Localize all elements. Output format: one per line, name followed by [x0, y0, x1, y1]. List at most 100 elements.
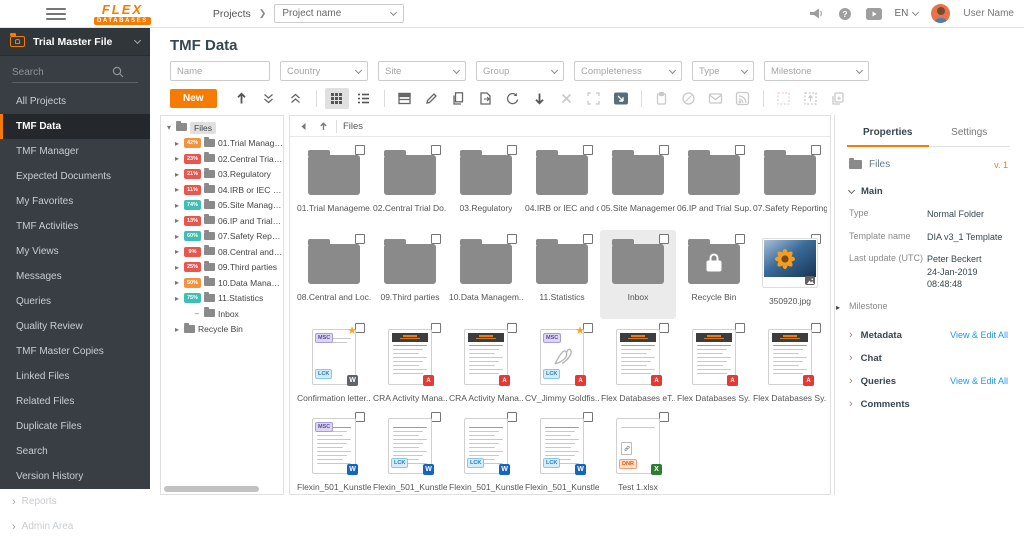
- download-icon[interactable]: [528, 88, 552, 109]
- list-view-icon[interactable]: [352, 88, 376, 109]
- tree-node-06-ip-and-trial-supplies[interactable]: ▸13%06.IP and Trial Supplies: [161, 213, 283, 229]
- file-tile-06-ip-and-trial-sup[interactable]: 06.IP and Trial Sup...: [676, 141, 752, 230]
- file-tile-350920-jpg[interactable]: 350920.jpg: [752, 230, 828, 319]
- sidebar-item-my-favorites[interactable]: My Favorites: [0, 189, 150, 214]
- file-tile-05-site-management[interactable]: 05.Site Management: [600, 141, 676, 230]
- sidebar-item-tmf-master-copies[interactable]: TMF Master Copies: [0, 339, 150, 364]
- file-tile-08-central-and-loc[interactable]: 08.Central and Loc...: [296, 230, 372, 319]
- avatar[interactable]: [931, 4, 950, 23]
- tab-settings[interactable]: Settings: [929, 121, 1011, 147]
- file-tile-flex-databases-sy[interactable]: AFlex Databases Sy...: [676, 319, 752, 408]
- project-select[interactable]: Project name: [274, 4, 404, 23]
- tile-checkbox[interactable]: [507, 323, 517, 333]
- tile-checkbox[interactable]: [659, 234, 669, 244]
- file-tile-flexin-501-kunstle[interactable]: MSCWFlexin_501_Kunstle...: [296, 408, 372, 495]
- tile-checkbox[interactable]: [811, 145, 821, 155]
- announcements-icon[interactable]: [808, 7, 824, 21]
- sidebar-item-version-history[interactable]: Version History: [0, 464, 150, 489]
- file-tile-inbox[interactable]: Inbox: [600, 230, 676, 319]
- file-tile-cv-jimmy-goldfis[interactable]: MSC★LCKACV_Jimmy Goldfis...: [524, 319, 600, 408]
- tree-expand-icon[interactable]: –: [193, 309, 201, 318]
- tile-checkbox[interactable]: [735, 145, 745, 155]
- upload-icon[interactable]: [230, 88, 254, 109]
- tile-checkbox[interactable]: [735, 234, 745, 244]
- file-tile-flex-databases-sy[interactable]: AFlex Databases Sy...: [752, 319, 828, 408]
- filter-select-type[interactable]: Type: [692, 61, 754, 81]
- tree-node-09-third-parties[interactable]: ▸25%09.Third parties: [161, 260, 283, 276]
- sidebar-item-reports[interactable]: ›Reports: [0, 489, 150, 514]
- sidebar-item-expected-documents[interactable]: Expected Documents: [0, 164, 150, 189]
- collapse-all-icon[interactable]: [284, 88, 308, 109]
- file-tile-03-regulatory[interactable]: 03.Regulatory: [448, 141, 524, 230]
- video-tutorials-icon[interactable]: [866, 7, 882, 21]
- tree-node-inbox[interactable]: –Inbox: [161, 306, 283, 322]
- sidebar-item-duplicate-files[interactable]: Duplicate Files: [0, 414, 150, 439]
- file-tile-10-data-managem[interactable]: 10.Data Managem...: [448, 230, 524, 319]
- sidebar-item-my-views[interactable]: My Views: [0, 239, 150, 264]
- section-label[interactable]: Chat: [861, 353, 1008, 364]
- tree-expand-icon[interactable]: ▸: [173, 201, 181, 210]
- version-label[interactable]: v. 1: [994, 160, 1008, 170]
- tree-expand-icon[interactable]: ▸: [173, 185, 181, 194]
- tree-expand-icon[interactable]: ▸: [173, 216, 181, 225]
- tree-expand-icon[interactable]: ▸: [173, 294, 181, 303]
- tree-expand-icon[interactable]: ▸: [173, 139, 181, 148]
- tree-node-recycle-bin[interactable]: ▸Recycle Bin: [161, 322, 283, 338]
- filter-select-country[interactable]: Country: [280, 61, 368, 81]
- filter-select-site[interactable]: Site: [378, 61, 466, 81]
- tile-checkbox[interactable]: [735, 323, 745, 333]
- sidebar-search-input[interactable]: [12, 67, 112, 78]
- sidebar-item-related-files[interactable]: Related Files: [0, 389, 150, 414]
- file-tile-cra-activity-mana[interactable]: ACRA Activity Mana...: [372, 319, 448, 408]
- filter-select-milestone[interactable]: Milestone: [764, 61, 869, 81]
- tree-expand-icon[interactable]: ▸: [173, 325, 181, 334]
- tree-expand-icon[interactable]: ▸: [173, 247, 181, 256]
- tile-checkbox[interactable]: [507, 412, 517, 422]
- tree-node-02-central-trial-docum[interactable]: ▸23%02.Central Trial Docum: [161, 151, 283, 167]
- tile-checkbox[interactable]: [431, 412, 441, 422]
- hamburger-menu-icon[interactable]: [46, 5, 66, 23]
- tree-horizontal-scrollbar[interactable]: [164, 486, 259, 492]
- tile-checkbox[interactable]: [583, 145, 593, 155]
- tile-checkbox[interactable]: [507, 234, 517, 244]
- section-label[interactable]: Queries: [861, 376, 950, 387]
- tree-node-files[interactable]: ▾Files: [161, 120, 283, 136]
- tab-properties[interactable]: Properties: [847, 121, 929, 147]
- tile-checkbox[interactable]: [659, 412, 669, 422]
- file-tile-01-trial-manageme[interactable]: 01.Trial Manageme...: [296, 141, 372, 230]
- section-label[interactable]: Comments: [861, 399, 1008, 410]
- tile-checkbox[interactable]: [507, 145, 517, 155]
- tree-node-11-statistics[interactable]: ▸75%11.Statistics: [161, 291, 283, 307]
- report-icon[interactable]: [609, 88, 633, 109]
- edit-icon[interactable]: [420, 88, 444, 109]
- filter-select-completeness[interactable]: Completeness: [574, 61, 682, 81]
- tree-node-08-central-and-local-te[interactable]: ▸9%08.Central and Local Te: [161, 244, 283, 260]
- panel-collapse-icon[interactable]: ▸: [836, 303, 840, 312]
- tree-expand-icon[interactable]: ▸: [173, 170, 181, 179]
- tile-checkbox[interactable]: [431, 145, 441, 155]
- tree-node-03-regulatory[interactable]: ▸21%03.Regulatory: [161, 167, 283, 183]
- file-tile-recycle-bin[interactable]: Recycle Bin: [676, 230, 752, 319]
- sidebar-item-tmf-data[interactable]: TMF Data: [0, 114, 150, 139]
- tree-node-04-irb-or-iec-and-other[interactable]: ▸11%04.IRB or IEC and other: [161, 182, 283, 198]
- section-label[interactable]: Metadata: [861, 330, 950, 341]
- tree-node-05-site-management[interactable]: ▸74%05.Site Management: [161, 198, 283, 214]
- sidebar-item-all-projects[interactable]: All Projects: [0, 89, 150, 114]
- copy-icon[interactable]: [447, 88, 471, 109]
- export-icon[interactable]: [474, 88, 498, 109]
- tree-node-10-data-management[interactable]: ▸50%10.Data Management: [161, 275, 283, 291]
- file-tile-test-1-xlsx[interactable]: DNRXTest 1.xlsx: [600, 408, 676, 495]
- tile-checkbox[interactable]: [659, 323, 669, 333]
- language-select[interactable]: EN: [895, 8, 919, 19]
- view-edit-all-link[interactable]: View & Edit All: [950, 376, 1008, 386]
- file-tile-confirmation-letter[interactable]: MSC★LCKWConfirmation letter...: [296, 319, 372, 408]
- filter-select-group[interactable]: Group: [476, 61, 564, 81]
- grid-view-icon[interactable]: [325, 88, 349, 109]
- file-tile-flex-databases-et[interactable]: AFlex Databases eT...: [600, 319, 676, 408]
- file-tile-09-third-parties[interactable]: 09.Third parties: [372, 230, 448, 319]
- tree-node-01-trial-management[interactable]: ▸42%01.Trial Management: [161, 136, 283, 152]
- tile-checkbox[interactable]: [355, 412, 365, 422]
- tile-checkbox[interactable]: [431, 323, 441, 333]
- view-edit-all-link[interactable]: View & Edit All: [950, 330, 1008, 340]
- back-icon[interactable]: [296, 119, 310, 133]
